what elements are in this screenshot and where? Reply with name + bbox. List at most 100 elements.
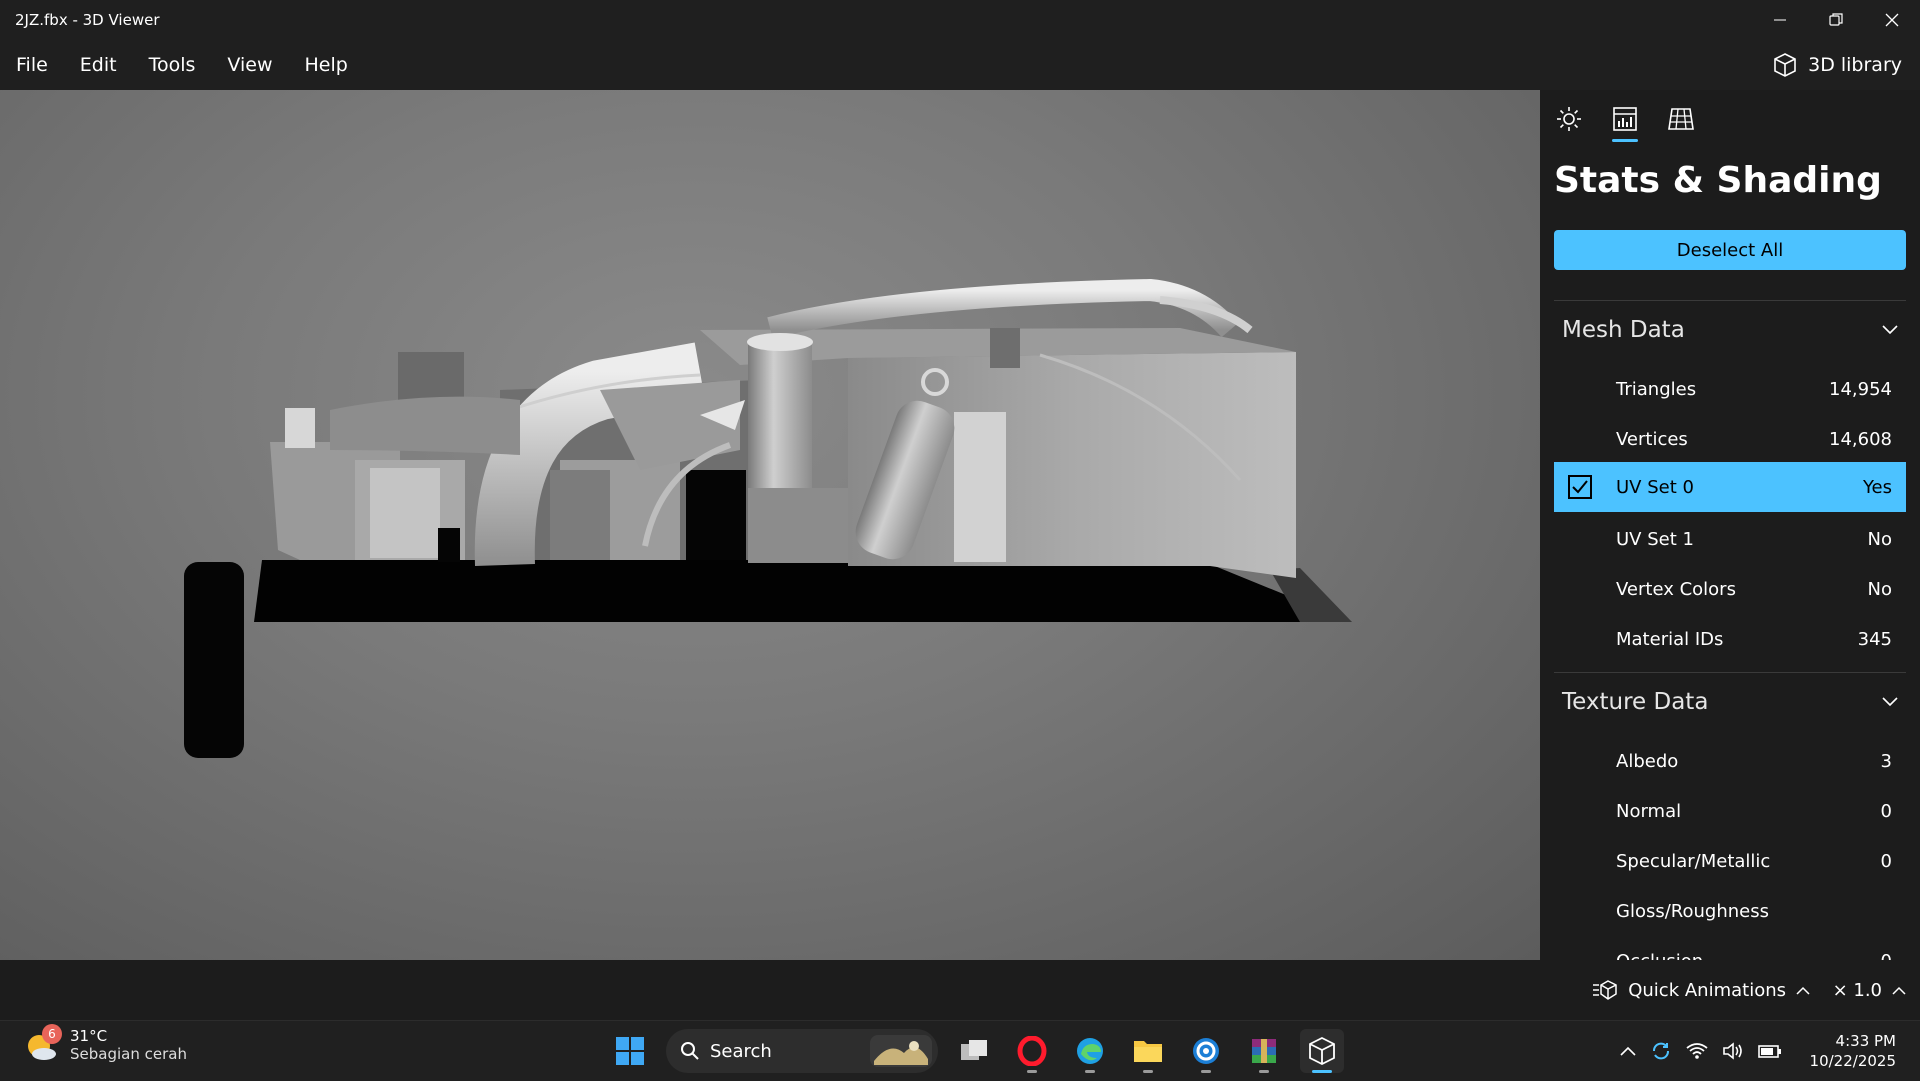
menu-tools[interactable]: Tools	[133, 40, 212, 90]
edge-icon	[1077, 1038, 1103, 1064]
stat-row-albedo[interactable]: Albedo 3	[1554, 737, 1906, 785]
tab-stats[interactable]	[1610, 102, 1640, 142]
chevron-up-icon[interactable]	[1619, 1046, 1636, 1056]
stat-value: 14,608	[1829, 428, 1892, 450]
windows-logo-icon	[616, 1037, 644, 1065]
weather-temp: 31°C	[70, 1027, 108, 1045]
taskbar: 6 31°C Sebagian cerah Search 4:33 PM 10/…	[0, 1020, 1920, 1080]
playback-speed-button[interactable]: × 1.0	[1833, 960, 1906, 1020]
opera-app[interactable]	[1010, 1029, 1054, 1073]
stat-row-occlusion[interactable]: Occlusion 0	[1554, 937, 1906, 961]
tab-lighting[interactable]	[1554, 102, 1584, 136]
stat-label: Normal	[1616, 800, 1682, 822]
stat-row-vertices[interactable]: Vertices 14,608	[1554, 415, 1906, 463]
browser-app[interactable]	[1184, 1029, 1228, 1073]
stat-label: Occlusion	[1616, 951, 1881, 961]
wifi-icon[interactable]	[1685, 1042, 1708, 1060]
cube-icon	[1774, 53, 1796, 77]
taskbar-search[interactable]: Search	[666, 1029, 938, 1073]
menu-edit[interactable]: Edit	[64, 40, 133, 90]
uv-set-0-checkbox[interactable]	[1568, 475, 1592, 499]
stat-value: 0	[1880, 800, 1892, 822]
stat-value: 3	[1880, 750, 1892, 772]
stat-value: 0	[1881, 951, 1892, 961]
sun-icon	[1557, 107, 1581, 131]
deselect-all-button[interactable]: Deselect All	[1554, 230, 1906, 270]
grid-icon	[1668, 108, 1694, 130]
search-highlight-image	[870, 1035, 932, 1067]
stat-row-uv-set-1[interactable]: UV Set 1 No	[1554, 515, 1906, 563]
winrar-icon	[1252, 1039, 1276, 1063]
edge-app[interactable]	[1068, 1029, 1112, 1073]
winrar-app[interactable]	[1242, 1029, 1286, 1073]
file-explorer-app[interactable]	[1126, 1029, 1170, 1073]
stat-value: No	[1867, 578, 1892, 600]
mesh-data-heading: Mesh Data	[1562, 317, 1685, 343]
close-icon	[1885, 13, 1899, 27]
quick-animations-button[interactable]: Quick Animations	[1592, 960, 1810, 1020]
speed-label: × 1.0	[1832, 979, 1882, 1001]
search-label: Search	[710, 1040, 772, 1062]
stat-row-gloss-roughness[interactable]: Gloss/Roughness	[1554, 887, 1906, 935]
weather-desc: Sebagian cerah	[70, 1045, 187, 1063]
texture-data-header[interactable]: Texture Data	[1554, 677, 1906, 727]
weather-badge: 6	[42, 1024, 62, 1044]
3d-library-button[interactable]: 3D library	[1772, 40, 1902, 90]
stat-row-uv-set-0[interactable]: UV Set 0 Yes	[1554, 462, 1906, 512]
engine-model[interactable]	[0, 90, 1540, 960]
taskbar-apps: Search	[608, 1021, 1344, 1081]
start-button[interactable]	[608, 1029, 652, 1073]
stat-row-material-ids[interactable]: Material IDs 345	[1554, 615, 1906, 663]
stat-row-vertex-colors[interactable]: Vertex Colors No	[1554, 565, 1906, 613]
stat-row-triangles[interactable]: Triangles 14,954	[1554, 365, 1906, 413]
task-view-button[interactable]	[952, 1029, 996, 1073]
restore-button[interactable]	[1808, 0, 1864, 40]
texture-data-heading: Texture Data	[1562, 689, 1709, 715]
stat-row-normal[interactable]: Normal 0	[1554, 787, 1906, 835]
stat-label: UV Set 0	[1616, 476, 1694, 498]
restore-icon	[1829, 13, 1843, 26]
clock[interactable]: 4:33 PM 10/22/2025	[1810, 1031, 1896, 1071]
opera-icon	[1017, 1036, 1047, 1066]
stats-panel: Stats & Shading Deselect All Mesh Data T…	[1540, 90, 1920, 960]
checkmark-icon	[1572, 480, 1588, 494]
divider	[1554, 300, 1906, 301]
mesh-data-header[interactable]: Mesh Data	[1554, 305, 1906, 355]
divider	[1554, 672, 1906, 673]
system-tray: 4:33 PM 10/22/2025	[1619, 1021, 1896, 1081]
volume-icon[interactable]	[1722, 1042, 1744, 1060]
minimize-icon	[1774, 19, 1786, 21]
browser-globe-icon	[1193, 1038, 1219, 1064]
battery-icon[interactable]	[1757, 1043, 1782, 1059]
weather-icon: 6	[24, 1024, 62, 1062]
stat-label: Specular/Metallic	[1616, 850, 1771, 872]
tab-grid[interactable]	[1666, 102, 1696, 136]
stat-label: Material IDs	[1616, 628, 1724, 650]
stats-chart-icon	[1613, 107, 1637, 131]
3d-viewport[interactable]	[0, 90, 1540, 960]
folder-icon	[1134, 1041, 1162, 1062]
window-title: 2JZ.fbx - 3D Viewer	[15, 11, 160, 29]
quick-animations-label: Quick Animations	[1628, 979, 1786, 1001]
menu-view[interactable]: View	[211, 40, 288, 90]
search-icon	[681, 1042, 699, 1060]
stat-value: 0	[1880, 850, 1892, 872]
3d-viewer-icon	[1309, 1036, 1335, 1066]
stat-label: Vertices	[1616, 428, 1688, 450]
animation-bar: Quick Animations × 1.0	[0, 960, 1920, 1020]
chevron-up-icon	[1892, 986, 1906, 995]
menu-help[interactable]: Help	[289, 40, 364, 90]
weather-widget[interactable]: 6 31°C Sebagian cerah	[24, 1024, 187, 1063]
menu-file[interactable]: File	[0, 40, 64, 90]
stat-value: Yes	[1862, 476, 1892, 498]
stat-label: Gloss/Roughness	[1616, 900, 1769, 922]
panel-title: Stats & Shading	[1554, 160, 1882, 201]
minimize-button[interactable]	[1752, 0, 1808, 40]
stat-value: No	[1867, 528, 1892, 550]
3d-viewer-app[interactable]	[1300, 1029, 1344, 1073]
chevron-down-icon	[1882, 697, 1898, 707]
close-button[interactable]	[1864, 0, 1920, 40]
title-bar: 2JZ.fbx - 3D Viewer	[0, 0, 1920, 40]
sync-icon[interactable]	[1650, 1040, 1672, 1062]
stat-row-specular-metallic[interactable]: Specular/Metallic 0	[1554, 837, 1906, 885]
